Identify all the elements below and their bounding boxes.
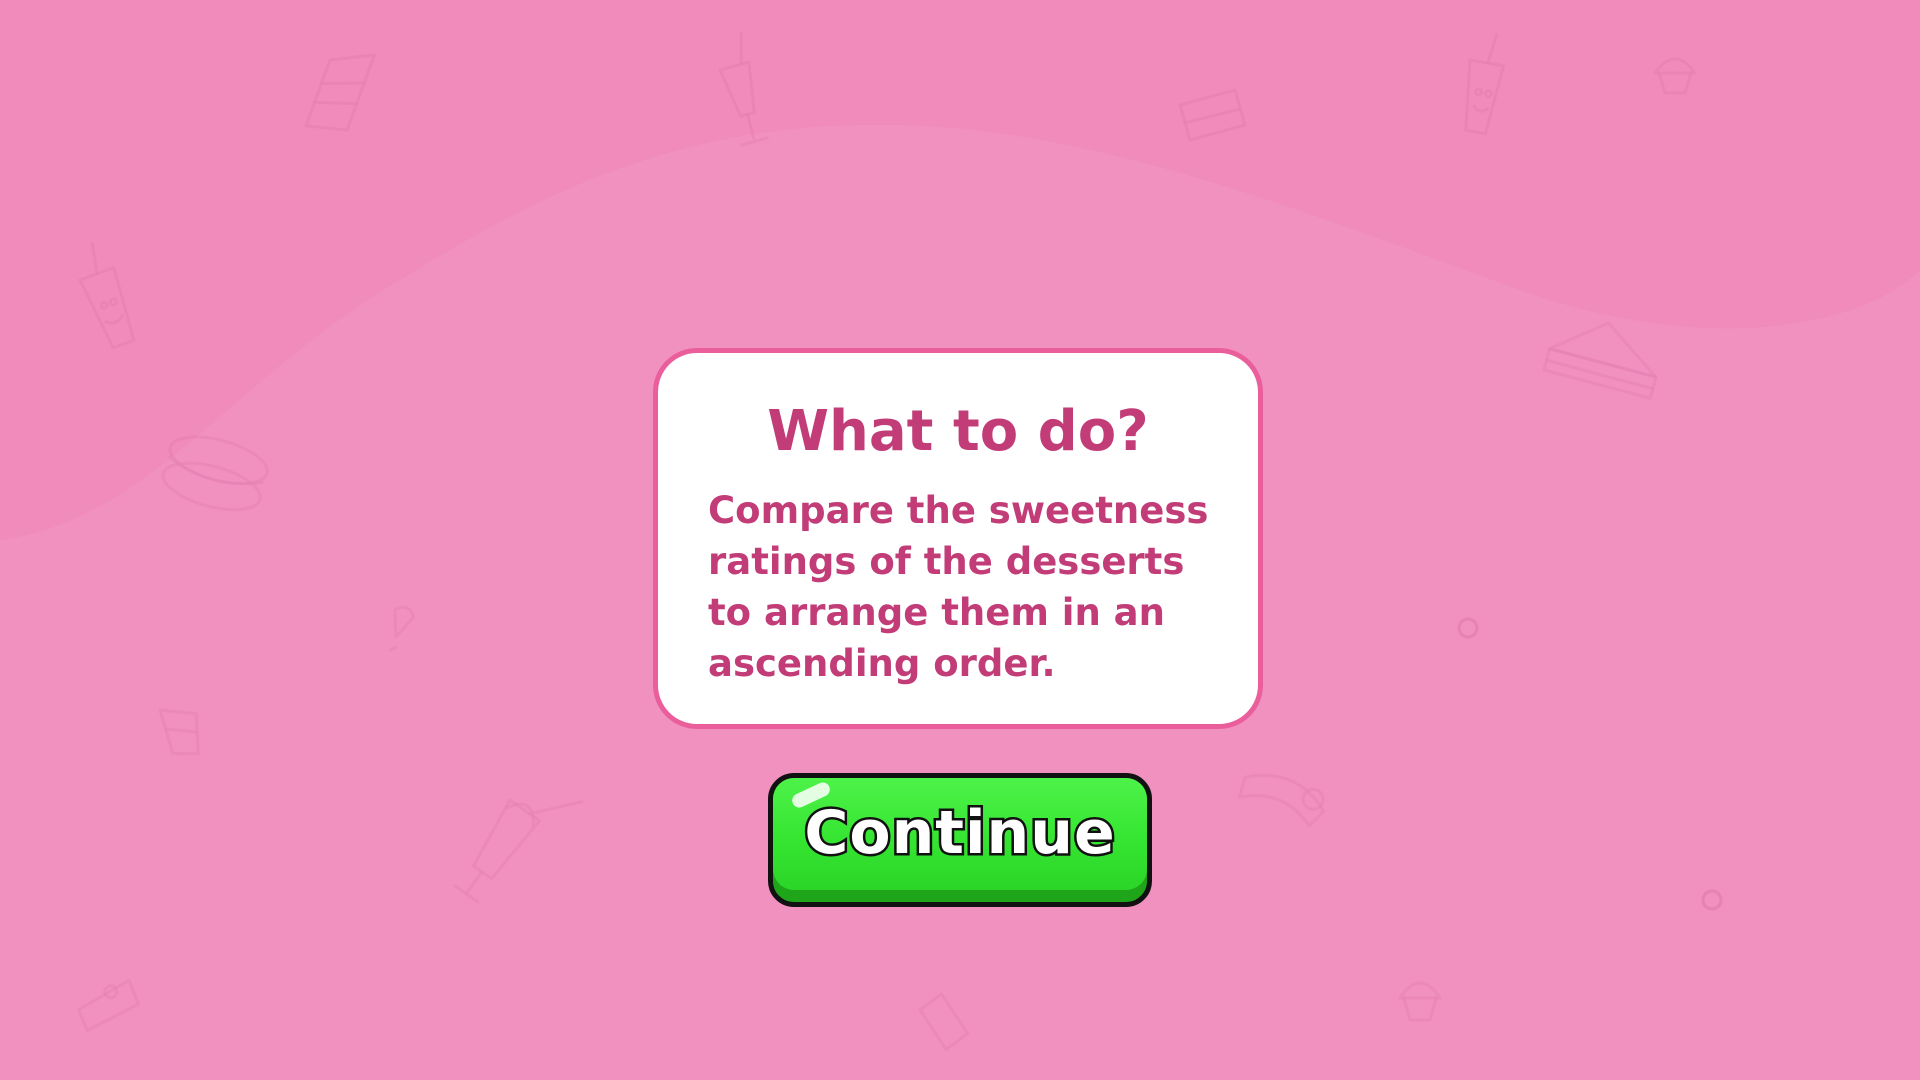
cake-slice-icon <box>918 992 970 1052</box>
ice-cream-cone-icon <box>393 605 416 639</box>
ice-cream-cone-icon <box>388 645 398 652</box>
instructions-text: Compare the sweetness ratings of the des… <box>708 489 1209 685</box>
cake-slice-icon <box>1178 88 1247 142</box>
pie-icon <box>76 978 140 1032</box>
sprinkle-dot <box>1701 889 1723 911</box>
instructions-card: What to do? Compare the sweetness rating… <box>653 348 1263 729</box>
cupcake-icon <box>1398 981 1442 1022</box>
pie-icon <box>1237 773 1326 828</box>
milkshake-icon <box>453 798 584 904</box>
cake-slice-icon <box>158 708 200 756</box>
instructions-title: What to do? <box>767 399 1149 464</box>
milkshake-icon <box>1464 32 1505 136</box>
milkshake-icon <box>78 242 136 350</box>
macaron-icon <box>161 435 269 512</box>
sprinkle-dot <box>1457 617 1479 639</box>
milkshake-icon <box>718 31 769 147</box>
cupcake-icon <box>1653 57 1697 95</box>
continue-button[interactable]: Continue <box>768 773 1152 907</box>
sandwich-icon <box>1542 321 1658 400</box>
cake-slice-icon <box>304 53 376 132</box>
continue-button-label: Continue <box>802 796 1117 871</box>
game-screen: What to do? Compare the sweetness rating… <box>0 0 1920 1080</box>
